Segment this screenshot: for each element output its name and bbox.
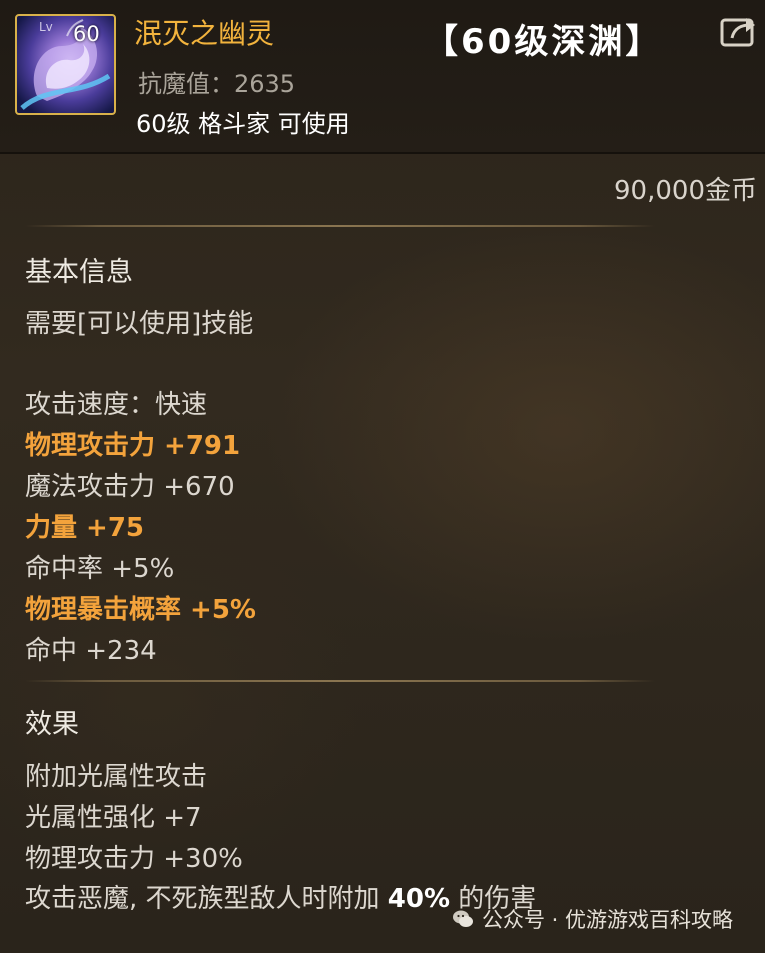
- effect-line: 附加光属性攻击: [25, 762, 208, 792]
- effect-line: 物理攻击力 +30%: [25, 844, 243, 874]
- item-icon[interactable]: Lv 60: [15, 14, 116, 115]
- watermark: 公众号 · 优游游戏百科攻略: [452, 904, 733, 934]
- skill-requirement: 需要[可以使用]技能: [25, 309, 254, 339]
- header-divider: [0, 152, 765, 154]
- resist-value-row: 抗魔值：2635: [138, 64, 295, 99]
- resist-value: 2635: [234, 70, 296, 98]
- stat-line: 魔法攻击力 +670: [25, 472, 235, 502]
- stat-line: 物理攻击力 +791: [25, 431, 241, 461]
- stat-line: 命中 +234: [25, 636, 157, 666]
- title-tag: 【60级深渊】: [424, 22, 663, 62]
- item-price: 90,000金币: [614, 176, 757, 206]
- section-divider: [25, 225, 655, 227]
- icon-level-prefix: Lv: [39, 20, 53, 34]
- share-icon[interactable]: [720, 14, 758, 48]
- stat-line: 命中率 +5%: [25, 554, 175, 584]
- effects-title: 效果: [25, 709, 79, 740]
- attack-speed-value: 快速: [155, 390, 208, 420]
- effect-damage-value: 40%: [387, 884, 451, 914]
- basic-info-title: 基本信息: [25, 257, 133, 288]
- item-header: Lv 60 泯灭之幽灵 抗魔值：2635 60级 格斗家 可使用 【60级深渊】: [0, 0, 765, 152]
- stat-line: 力量 +75: [25, 513, 145, 543]
- item-tooltip-panel: Lv 60 泯灭之幽灵 抗魔值：2635 60级 格斗家 可使用 【60级深渊】…: [0, 0, 765, 953]
- watermark-text: 公众号 · 优游游戏百科攻略: [482, 908, 734, 932]
- section-divider: [25, 680, 655, 682]
- resist-label: 抗魔值：: [138, 70, 234, 98]
- wechat-icon: [453, 910, 473, 927]
- stat-line: 物理暴击概率 +5%: [25, 595, 256, 625]
- attack-speed-label: 攻击速度：: [25, 390, 156, 420]
- icon-level: 60: [73, 22, 100, 46]
- attack-speed: 攻击速度：快速: [25, 384, 207, 421]
- effect-damage-prefix: 攻击恶魔, 不死族型敌人时附加: [25, 884, 388, 914]
- requirement-text: 60级 格斗家 可使用: [136, 110, 350, 138]
- item-name: 泯灭之幽灵: [134, 17, 275, 50]
- effect-line: 光属性强化 +7: [25, 803, 202, 833]
